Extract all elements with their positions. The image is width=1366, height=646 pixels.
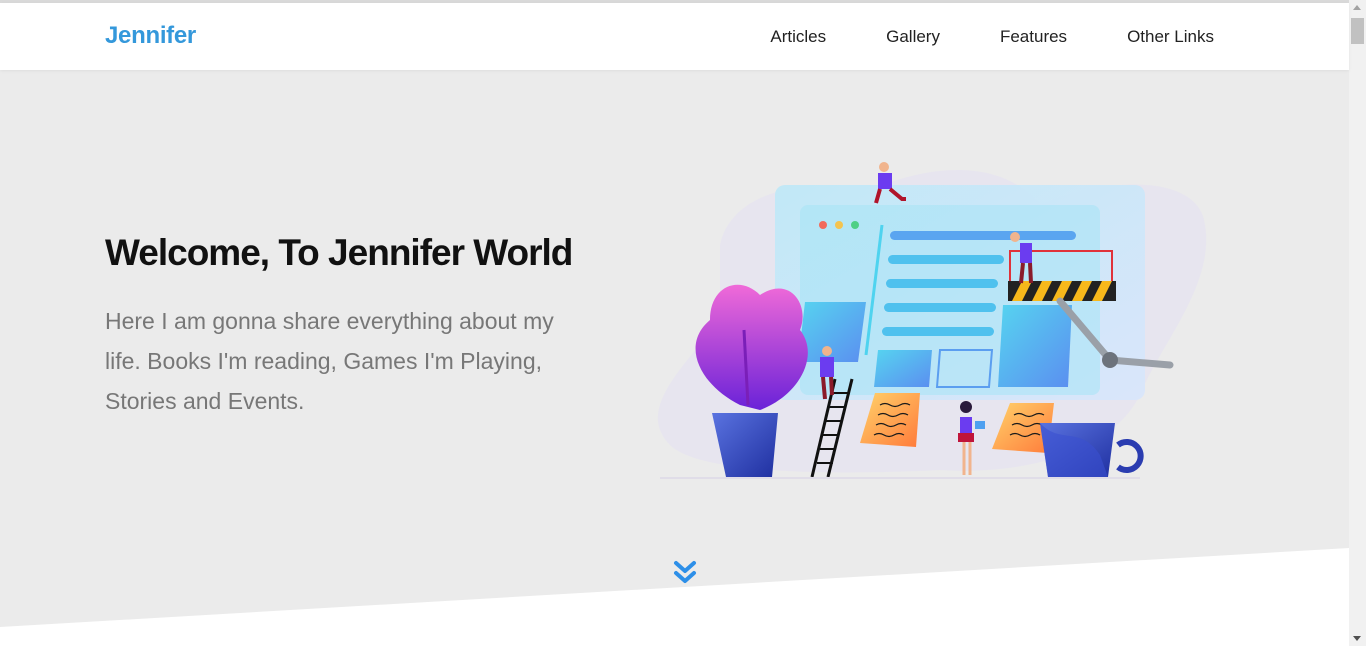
scroll-down-arrow-icon[interactable] <box>1353 636 1361 641</box>
scroll-up-arrow-icon[interactable] <box>1353 5 1361 10</box>
web-design-team-illustration <box>657 162 1207 479</box>
hero-title: Welcome, To Jennifer World <box>105 232 573 273</box>
nav-link-features[interactable]: Features <box>1000 26 1067 48</box>
nav-menu: Articles Gallery Features Other Links <box>710 26 1214 48</box>
nav-link-other-links[interactable]: Other Links <box>1127 26 1214 48</box>
nav-link-articles[interactable]: Articles <box>770 26 826 48</box>
scrollbar-thumb[interactable] <box>1351 18 1364 44</box>
nav-link-gallery[interactable]: Gallery <box>886 26 940 48</box>
hero-section: Welcome, To Jennifer World Here I am gon… <box>0 70 1349 646</box>
hero-description: Here I am gonna share everything about m… <box>105 308 554 414</box>
navbar: Jennifer Articles Gallery Features Other… <box>0 3 1349 70</box>
page-scrollbar[interactable] <box>1349 0 1366 646</box>
double-chevron-down-icon[interactable] <box>672 558 698 588</box>
brand-logo[interactable]: Jennifer <box>105 22 196 50</box>
